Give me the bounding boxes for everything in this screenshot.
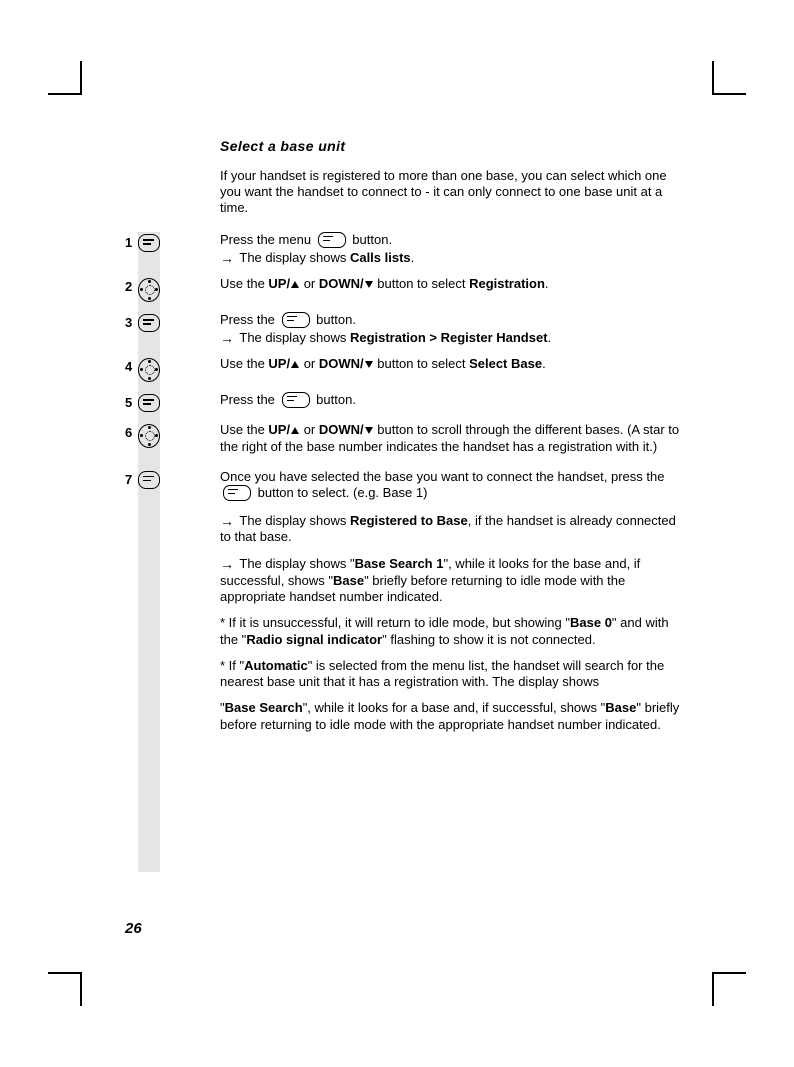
arrow-icon: → [220,556,234,572]
step-icon [138,312,160,346]
note-text: → The display shows "Base Search 1", whi… [220,555,680,605]
nav-pad-icon [138,278,160,302]
note-text: * If "Automatic" is selected from the me… [220,658,680,691]
down-arrow-icon [365,281,373,288]
down-arrow-icon [365,361,373,368]
step-text: Use the UP/ or DOWN/ button to select Se… [172,356,680,382]
page-content: Select a base unit If your handset is re… [125,138,680,743]
intro-text: If your handset is registered to more th… [220,168,680,217]
step-number: 1 [125,232,138,266]
step-row: 6 Use the UP/ or DOWN/ button to scroll … [125,422,680,455]
up-arrow-icon [291,361,299,368]
step-icon [138,469,160,502]
step-number: 5 [125,392,138,412]
menu-button-icon [223,485,251,501]
menu-button-icon [282,392,310,408]
step-text: Press the button. → The display shows Re… [172,312,680,346]
step-number: 2 [125,276,138,302]
menu-button-icon [138,471,160,489]
up-arrow-icon [291,427,299,434]
note-text: * If it is unsuccessful, it will return … [220,615,680,648]
step-number: 7 [125,469,138,502]
step-row: 1 Press the menu button. → The display s… [125,232,680,266]
menu-button-icon [138,394,160,412]
arrow-icon: → [220,330,234,346]
step-row: 7 Once you have selected the base you wa… [125,469,680,502]
steps-list: 1 Press the menu button. → The display s… [125,232,680,733]
step-number: 6 [125,422,138,455]
step-icon [138,276,160,302]
menu-button-icon [138,314,160,332]
step-icon [138,392,160,412]
note-text: "Base Search", while it looks for a base… [220,700,680,733]
menu-button-icon [138,234,160,252]
step-icon [138,422,160,455]
step-row: 4 Use the UP/ or DOWN/ button to select … [125,356,680,382]
step-text: Use the UP/ or DOWN/ button to select Re… [172,276,680,302]
step-icon [138,232,160,266]
note-text: → The display shows Registered to Base, … [220,512,680,546]
menu-button-icon [282,312,310,328]
step-text: Press the button. [172,392,680,412]
up-arrow-icon [291,281,299,288]
step-row: 3 Press the button. → The display shows … [125,312,680,346]
section-heading: Select a base unit [220,138,680,156]
step-text: Use the UP/ or DOWN/ button to scroll th… [172,422,680,455]
page-number: 26 [125,920,142,939]
nav-pad-icon [138,358,160,382]
arrow-icon: → [220,513,234,529]
menu-button-icon [318,232,346,248]
step-text: Press the menu button. → The display sho… [172,232,680,266]
step-text: Once you have selected the base you want… [172,469,680,502]
step-icon [138,356,160,382]
step-number: 4 [125,356,138,382]
step-number: 3 [125,312,138,346]
additional-notes: → The display shows Registered to Base, … [220,512,680,733]
step-row: 5 Press the button. [125,392,680,412]
step-row: 2 Use the UP/ or DOWN/ button to select … [125,276,680,302]
nav-pad-icon [138,424,160,448]
arrow-icon: → [220,250,234,266]
down-arrow-icon [365,427,373,434]
